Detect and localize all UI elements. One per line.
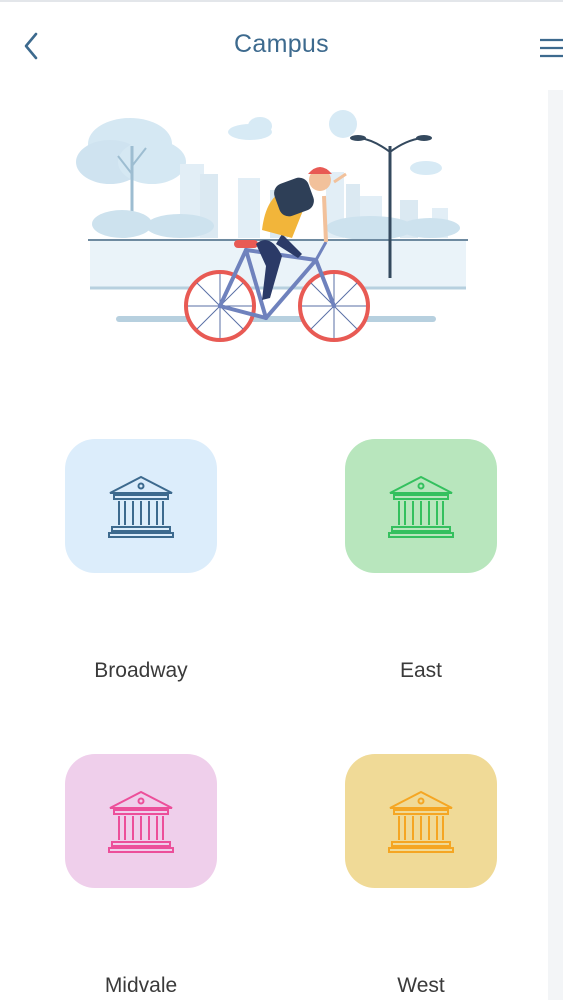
campus-label-midvale[interactable]: Midvale [31, 974, 251, 998]
cyclist-city-illustration [70, 104, 480, 354]
menu-button[interactable] [532, 32, 563, 66]
campus-card-midvale[interactable] [65, 754, 217, 888]
campus-label-west[interactable]: West [311, 974, 531, 998]
building-columns-icon [108, 790, 174, 853]
campus-card-broadway[interactable] [65, 439, 217, 573]
building-columns-icon [388, 475, 454, 538]
page-title: Campus [234, 30, 329, 58]
campus-card-east[interactable] [345, 439, 497, 573]
building-columns-icon [108, 475, 174, 538]
campus-card-west[interactable] [345, 754, 497, 888]
campus-label-broadway[interactable]: Broadway [31, 659, 251, 683]
campus-label-east[interactable]: East [311, 659, 531, 683]
hamburger-menu-icon [540, 38, 563, 58]
app-header: Campus [0, 2, 563, 90]
building-columns-icon [388, 790, 454, 853]
scroll-track [548, 90, 563, 1000]
